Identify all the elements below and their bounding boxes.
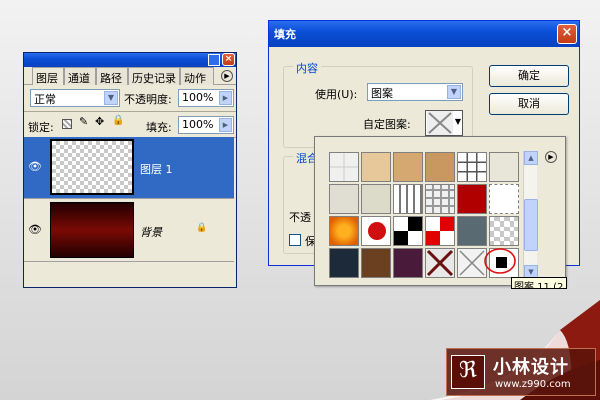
fill-value: 100% <box>182 118 214 131</box>
pattern-swatch[interactable] <box>425 184 455 214</box>
pattern-swatch[interactable] <box>361 184 391 214</box>
pattern-swatch[interactable] <box>329 184 359 214</box>
pattern-swatch[interactable] <box>425 248 455 278</box>
pattern-preview-icon <box>427 111 453 135</box>
pattern-swatch[interactable] <box>457 152 487 182</box>
annotation-circle <box>484 248 516 274</box>
pattern-picker-popup: ▶ ▲ ▼ 图案 11 (2 <box>314 136 567 289</box>
use-select[interactable]: 图案 ▼ <box>367 83 463 101</box>
x-pattern-icon <box>459 250 485 276</box>
tab-actions[interactable]: 动作 <box>180 67 214 85</box>
layers-titlebar[interactable]: × <box>24 53 236 67</box>
opacity-label: 不透明度: <box>124 93 172 106</box>
pattern-swatch[interactable] <box>489 184 519 214</box>
use-label: 使用(U): <box>315 88 358 101</box>
picker-menu-button[interactable]: ▶ <box>545 151 557 163</box>
logo-icon: ℜ <box>451 355 485 389</box>
layer-thumbnail <box>50 139 134 195</box>
use-value: 图案 <box>371 87 393 100</box>
chevron-right-icon[interactable]: ▶ <box>219 91 232 105</box>
pattern-tooltip: 图案 11 (2 <box>511 277 567 289</box>
pattern-swatch[interactable] <box>361 248 391 278</box>
move-icon[interactable]: ✥ <box>95 115 104 128</box>
close-button[interactable]: × <box>557 24 577 44</box>
blend-mode-select[interactable]: 正常 ▼ <box>30 89 120 107</box>
divider <box>24 111 236 112</box>
eye-icon[interactable]: 👁 <box>28 160 44 176</box>
chevron-down-icon: ▼ <box>447 85 461 99</box>
pattern-swatch[interactable] <box>425 152 455 182</box>
pattern-swatch[interactable] <box>457 184 487 214</box>
pattern-swatch[interactable] <box>393 184 423 214</box>
apple-icon <box>368 222 386 240</box>
brush-icon[interactable]: ✎ <box>79 115 88 128</box>
brand-watermark: ℜ 小林设计 www.z990.com <box>446 348 596 396</box>
contents-legend: 内容 <box>293 60 321 76</box>
pattern-swatch[interactable] <box>425 216 455 246</box>
layer-name: 背景 <box>140 226 162 239</box>
tab-paths[interactable]: 路径 <box>96 67 128 85</box>
fill-dialog-titlebar[interactable]: 填充 × <box>269 21 579 47</box>
chevron-down-icon: ▼ <box>104 91 118 105</box>
eye-icon[interactable]: 👁 <box>28 223 44 239</box>
scroll-thumb[interactable] <box>524 199 538 251</box>
layers-panel: × 图层 通道 路径 历史记录 动作 ▶ 正常 ▼ 不透明度: 100% ▶ 锁… <box>23 52 237 288</box>
brand-url: www.z990.com <box>495 379 571 390</box>
pattern-swatch[interactable] <box>329 248 359 278</box>
pattern-swatch[interactable] <box>393 248 423 278</box>
pattern-swatch[interactable] <box>329 152 359 182</box>
brand-name: 小林设计 <box>493 357 569 378</box>
close-button[interactable]: × <box>222 53 235 66</box>
tab-layers[interactable]: 图层 <box>32 67 64 85</box>
chevron-right-icon[interactable]: ▶ <box>219 118 232 132</box>
ok-button[interactable]: 确定 <box>489 65 569 87</box>
pattern-swatch[interactable] <box>361 152 391 182</box>
layer-row-1[interactable]: 👁 图层 1 <box>24 137 234 199</box>
blend-mode-value: 正常 <box>34 93 56 106</box>
tab-channels[interactable]: 通道 <box>64 67 96 85</box>
custom-pattern-swatch[interactable]: ▼ <box>425 110 463 136</box>
picker-scrollbar[interactable]: ▲ ▼ <box>523 151 538 279</box>
pattern-swatch[interactable] <box>361 216 391 246</box>
layer-thumbnail <box>50 202 134 258</box>
lock-label: 锁定: <box>28 121 54 134</box>
preserve-checkbox[interactable] <box>289 234 301 246</box>
pattern-swatch[interactable] <box>393 152 423 182</box>
lock-icon: 🔒 <box>196 223 208 233</box>
dialog-title: 填充 <box>274 28 296 41</box>
pattern-swatch[interactable] <box>457 216 487 246</box>
chevron-down-icon[interactable]: ▼ <box>455 117 461 126</box>
lock-icon[interactable]: 🔒 <box>112 115 124 126</box>
cancel-button[interactable]: 取消 <box>489 93 569 115</box>
opacity-label: 不透 <box>289 211 311 224</box>
pattern-swatch[interactable] <box>489 152 519 182</box>
scroll-up-icon[interactable]: ▲ <box>524 151 538 165</box>
fill-input[interactable]: 100% ▶ <box>178 116 234 134</box>
layer-row-background[interactable]: 👁 背景 🔒 <box>24 200 234 262</box>
layer-name: 图层 1 <box>140 163 173 176</box>
x-pattern-icon <box>426 249 454 277</box>
pattern-swatch[interactable] <box>489 216 519 246</box>
opacity-input[interactable]: 100% ▶ <box>178 89 234 107</box>
tab-history[interactable]: 历史记录 <box>128 67 180 85</box>
lock-transparency-icon[interactable] <box>62 119 72 129</box>
opacity-value: 100% <box>182 91 214 104</box>
pattern-swatch[interactable] <box>329 216 359 246</box>
fill-label: 填充: <box>146 121 172 134</box>
panel-menu-button[interactable]: ▶ <box>221 70 233 82</box>
pattern-swatch[interactable] <box>393 216 423 246</box>
custom-pattern-label: 自定图案: <box>363 118 411 131</box>
minimize-button[interactable] <box>208 54 220 66</box>
